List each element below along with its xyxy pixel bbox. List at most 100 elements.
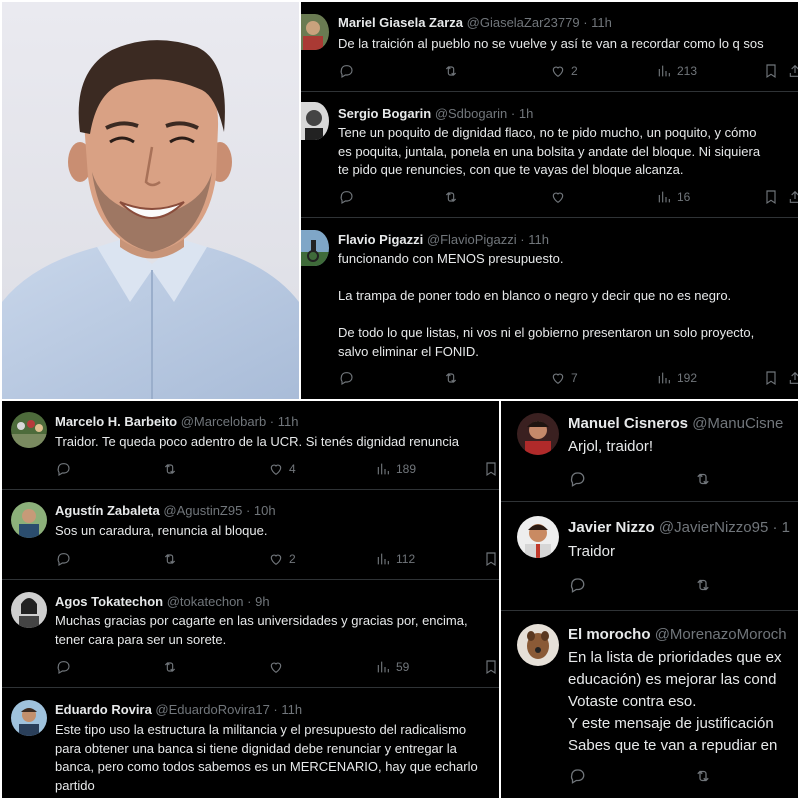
- views-button[interactable]: 16: [656, 189, 690, 205]
- retweet-button[interactable]: [694, 470, 712, 488]
- views-button[interactable]: 189: [375, 461, 416, 477]
- author-name[interactable]: Javier Nizzo: [568, 519, 655, 536]
- tweet-item[interactable]: Manuel Cisneros @ManuCisne Arjol, traido…: [501, 401, 798, 502]
- views-button[interactable]: 192: [656, 370, 697, 386]
- bookmark-icon: [766, 64, 776, 79]
- bookmark-button[interactable]: [483, 461, 499, 477]
- view-count: 59: [396, 660, 410, 674]
- share-button[interactable]: [787, 370, 798, 386]
- author-handle[interactable]: @tokatechon: [167, 594, 244, 609]
- author-handle[interactable]: @Sdbogarin: [435, 106, 507, 121]
- tweet-actions: 7 192: [301, 370, 798, 390]
- share-button[interactable]: [787, 189, 798, 205]
- reply-button[interactable]: [568, 470, 586, 488]
- retweet-button[interactable]: [443, 370, 459, 386]
- like-button[interactable]: 7: [550, 370, 578, 386]
- share-button[interactable]: [787, 63, 798, 79]
- reply-button[interactable]: [338, 63, 354, 79]
- views-button[interactable]: 112: [375, 551, 415, 567]
- views-button[interactable]: 213: [656, 63, 697, 79]
- reply-button[interactable]: [55, 659, 71, 675]
- tweet-header: Sergio Bogarin @Sdbogarin · 1h: [338, 106, 533, 121]
- tweet-item[interactable]: Agos Tokatechon @tokatechon · 9h Muchas …: [2, 580, 499, 688]
- avatar[interactable]: [11, 502, 47, 538]
- reply-button[interactable]: [55, 551, 71, 567]
- reply-button[interactable]: [568, 767, 586, 785]
- author-name[interactable]: Sergio Bogarin: [338, 106, 431, 121]
- tweet-text: Traidor: [568, 541, 615, 563]
- author-handle[interactable]: @FlavioPigazzi: [427, 232, 517, 247]
- heart-icon: [552, 373, 564, 385]
- author-handle[interactable]: @GiaselaZar23779: [467, 15, 580, 30]
- tweet-item[interactable]: Marcelo H. Barbeito @Marcelobarb · 11h T…: [2, 401, 499, 490]
- like-button[interactable]: [268, 659, 289, 675]
- retweet-icon: [445, 66, 457, 76]
- reply-panel-bottom-left: Marcelo H. Barbeito @Marcelobarb · 11h T…: [2, 401, 499, 798]
- tweet-time: · 1h: [510, 106, 534, 121]
- bookmark-button[interactable]: [483, 659, 499, 675]
- view-count: 112: [396, 552, 416, 566]
- author-name[interactable]: Manuel Cisneros: [568, 415, 688, 432]
- retweet-button[interactable]: [694, 767, 712, 785]
- author-name[interactable]: Eduardo Rovira: [55, 702, 152, 717]
- author-name[interactable]: Marcelo H. Barbeito: [55, 414, 177, 429]
- tweet-header: Flavio Pigazzi @FlavioPigazzi · 11h: [338, 232, 549, 247]
- author-handle[interactable]: @EduardoRovira17: [155, 702, 269, 717]
- avatar[interactable]: [301, 102, 329, 140]
- bookmark-button[interactable]: [763, 189, 779, 205]
- retweet-button[interactable]: [694, 576, 712, 594]
- author-handle[interactable]: @AgustinZ95: [163, 503, 242, 518]
- author-handle[interactable]: @Marcelobarb: [181, 414, 266, 429]
- retweet-icon: [445, 192, 457, 202]
- like-button[interactable]: [550, 189, 571, 205]
- avatar[interactable]: [517, 413, 559, 455]
- author-handle[interactable]: @JavierNizzo95: [659, 519, 768, 536]
- bookmark-button[interactable]: [763, 370, 779, 386]
- reply-button[interactable]: [338, 370, 354, 386]
- bookmark-button[interactable]: [763, 63, 779, 79]
- author-name[interactable]: Mariel Giasela Zarza: [338, 15, 463, 30]
- author-name[interactable]: Flavio Pigazzi: [338, 232, 423, 247]
- avatar[interactable]: [11, 592, 47, 628]
- like-button[interactable]: 4: [268, 461, 296, 477]
- tweet-item[interactable]: El morocho @MorenazoMoroch En la lista d…: [501, 611, 798, 798]
- bookmark-button[interactable]: [483, 551, 499, 567]
- retweet-button[interactable]: [162, 659, 178, 675]
- reply-button[interactable]: [568, 576, 586, 594]
- avatar[interactable]: [11, 412, 47, 448]
- tweet-item[interactable]: Agustín Zabaleta @AgustinZ95 · 10h Sos u…: [2, 490, 499, 580]
- avatar[interactable]: [301, 230, 329, 266]
- views-icon: [658, 65, 670, 77]
- tweet-actions: 2 112: [2, 551, 499, 571]
- author-name[interactable]: El morocho: [568, 626, 651, 643]
- avatar[interactable]: [517, 516, 559, 558]
- tweet-item[interactable]: Flavio Pigazzi @FlavioPigazzi · 11h func…: [301, 218, 798, 399]
- tweet-actions: 4 189: [2, 461, 499, 481]
- retweet-button[interactable]: [443, 63, 459, 79]
- author-handle[interactable]: @ManuCisne: [692, 415, 783, 432]
- avatar[interactable]: [11, 700, 47, 736]
- like-button[interactable]: 2: [550, 63, 578, 79]
- author-name[interactable]: Agustín Zabaleta: [55, 503, 160, 518]
- reply-button[interactable]: [55, 461, 71, 477]
- reply-button[interactable]: [338, 189, 354, 205]
- tweet-item[interactable]: Mariel Giasela Zarza @GiaselaZar23779 · …: [301, 2, 798, 92]
- author-handle[interactable]: @MorenazoMoroch: [655, 626, 787, 643]
- retweet-icon: [697, 579, 709, 591]
- tweet-item[interactable]: Sergio Bogarin @Sdbogarin · 1h Tene un p…: [301, 92, 798, 218]
- tweet-line: para obtener una banca si tiene dignidad…: [55, 740, 457, 756]
- retweet-button[interactable]: [162, 461, 178, 477]
- share-icon: [789, 371, 798, 384]
- avatar[interactable]: [301, 14, 329, 50]
- tweet-line: te pido que renuncies, con que te vayas …: [338, 162, 684, 177]
- retweet-button[interactable]: [162, 551, 178, 567]
- tweet-item[interactable]: Eduardo Rovira @EduardoRovira17 · 11h Es…: [2, 688, 499, 798]
- tweet-item[interactable]: Javier Nizzo @JavierNizzo95 · 1 Traidor: [501, 502, 798, 611]
- views-button[interactable]: 59: [375, 659, 409, 675]
- retweet-button[interactable]: [443, 189, 459, 205]
- tweet-line: es poquita, juntala, ponela en una bolsi…: [338, 143, 761, 159]
- retweet-icon: [697, 473, 709, 485]
- like-button[interactable]: 2: [268, 551, 296, 567]
- avatar[interactable]: [517, 624, 559, 666]
- author-name[interactable]: Agos Tokatechon: [55, 594, 163, 609]
